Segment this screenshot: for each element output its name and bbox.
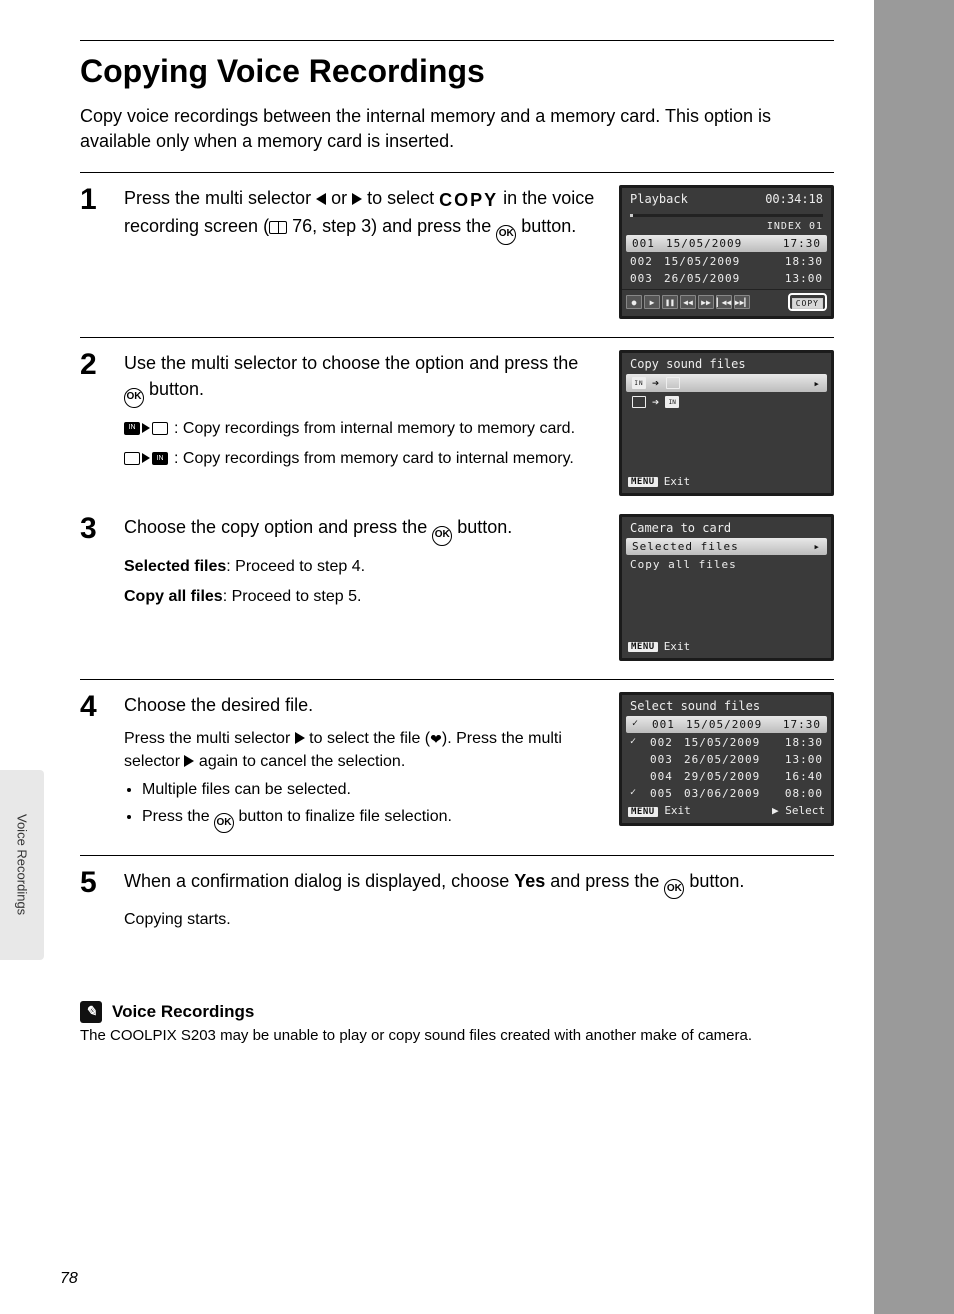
lcd-title-label: Copy sound files [630,357,746,371]
right-triangle-icon [184,755,194,767]
internal-memory-icon [632,377,646,389]
lcd-copy-sound-files: Copy sound files ➔ ▸ ➔ MENU [619,350,834,496]
recording-row: 00115/05/200917:30 [626,235,827,252]
chevron-right-icon: ▸ [813,377,821,390]
step-number: 2 [80,350,108,380]
internal-memory-icon [124,422,140,435]
lcd-title-label: Select sound files [630,699,760,713]
menu-badge: MENU [628,477,658,487]
left-triangle-icon [316,193,326,205]
right-triangle-icon: ▶ [772,804,779,817]
internal-memory-icon [152,452,168,465]
note-icon: ✎ [80,1001,102,1023]
step-4: 4 Choose the desired file. Press the mul… [80,692,834,836]
lcd-title-label: Playback [630,192,688,206]
play-icon: ▶ [644,295,660,309]
card-icon [124,452,140,465]
step-4-text: Choose the desired file. Press the multi… [124,692,601,836]
lcd-select-sound-files: Select sound files ✓00115/05/200917:30✓0… [619,692,834,826]
arrow-right-icon: ➔ [652,376,660,390]
card-icon [632,396,646,408]
side-tab-label: Voice Recordings [15,814,30,915]
ok-icon: OK [664,879,684,899]
exit-label: Exit [664,640,691,653]
copy-glyph: COPY [439,190,498,210]
separator [80,172,834,173]
step-number: 3 [80,514,108,544]
recording-row: ✓00115/05/200917:30 [626,716,827,733]
lcd-camera-to-card: Camera to card Selected files ▸ Copy all… [619,514,834,661]
step-1: 1 Press the multi selector or to select … [80,185,834,319]
select-label: Select [785,804,825,817]
chevron-right-icon: ▸ [813,540,821,553]
pause-icon: ❚❚ [662,295,678,309]
option-in-to-card: ➔ ▸ [626,374,827,392]
recording-row: 00326/05/200913:00 [622,751,831,768]
arrow-right-icon [142,453,150,463]
recording-row: 00326/05/200913:00 [622,270,831,287]
note-body: The COOLPIX S203 may be unable to play o… [80,1027,834,1044]
page-number: 78 [60,1270,78,1288]
separator [80,337,834,338]
ok-icon: OK [432,526,452,546]
forward-icon: ▶▶ [698,295,714,309]
manual-page: Voice Recordings Copying Voice Recording… [0,0,874,1314]
recording-row: 00429/05/200916:40 [622,768,831,785]
step-2-text: Use the multi selector to choose the opt… [124,350,601,470]
recording-row: ✓00215/05/200918:30 [622,734,831,751]
step-1-text: Press the multi selector or to select CO… [124,185,601,244]
card-icon [666,377,680,389]
prev-icon: ▎◀◀ [716,295,732,309]
ok-icon: OK [214,813,234,833]
lcd-index: INDEX 01 [622,219,831,234]
recording-row: 00215/05/200918:30 [622,253,831,270]
page-title: Copying Voice Recordings [80,40,834,90]
separator [80,855,834,856]
step-5-text: When a confirmation dialog is displayed,… [124,868,834,932]
exit-label: Exit [664,804,691,817]
step-number: 1 [80,185,108,215]
arrow-right-icon: ➔ [652,395,659,409]
step-3: 3 Choose the copy option and press the O… [80,514,834,661]
step-3-text: Choose the copy option and press the OK … [124,514,601,608]
book-icon [269,221,287,234]
right-triangle-icon [295,732,305,744]
progress-bar [630,214,823,217]
intro-text: Copy voice recordings between the intern… [80,104,834,154]
lcd-time: 00:34:18 [765,192,823,206]
note-block: ✎ Voice Recordings The COOLPIX S203 may … [80,1001,834,1044]
lcd-playback: Playback 00:34:18 INDEX 01 00115/05/2009… [619,185,834,319]
bullet-item: Press the OK button to finalize file sel… [142,806,601,833]
separator [80,679,834,680]
note-heading: Voice Recordings [112,1002,254,1022]
step-5: 5 When a confirmation dialog is displaye… [80,868,834,932]
arrow-right-icon [142,423,150,433]
ok-icon: OK [496,225,516,245]
option-card-to-in: ➔ [626,393,827,411]
bullet-item: Multiple files can be selected. [142,779,601,801]
next-icon: ▶▶▎ [734,295,750,309]
recording-row: ✓00503/06/200908:00 [622,785,831,802]
ok-icon: OK [124,388,144,408]
card-icon [152,422,168,435]
copy-badge: COPY [788,293,827,311]
option-copy-all: Copy all files [622,556,831,573]
lcd-title-label: Camera to card [630,521,731,535]
internal-memory-icon [665,396,679,408]
step-number: 5 [80,868,108,898]
step-2: 2 Use the multi selector to choose the o… [80,350,834,496]
option-selected-files: Selected files ▸ [626,538,827,555]
lcd-transport-bar: ● ▶ ❚❚ ◀◀ ▶▶ ▎◀◀ ▶▶▎ COPY [622,289,831,312]
record-icon: ● [626,295,642,309]
menu-badge: MENU [628,642,658,652]
exit-label: Exit [664,475,691,488]
right-triangle-icon [352,193,362,205]
checkmark-heart-icon: ❤ [430,730,442,750]
step-number: 4 [80,692,108,722]
side-tab: Voice Recordings [0,770,44,960]
menu-badge: MENU [628,807,658,817]
rewind-icon: ◀◀ [680,295,696,309]
